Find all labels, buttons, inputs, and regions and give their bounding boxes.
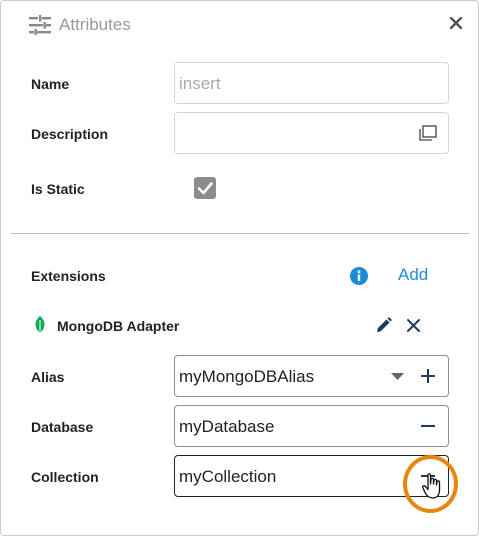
panel-header: Attributes: [29, 13, 131, 37]
collection-value: myCollection: [179, 467, 277, 486]
panel-title: Attributes: [59, 15, 131, 34]
name-placeholder: insert: [179, 74, 221, 93]
alias-label: Alias: [31, 369, 65, 385]
description-label: Description: [31, 126, 109, 142]
sliders-icon: [29, 15, 51, 35]
attributes-panel: Attributes Name insert Description Is St…: [0, 0, 479, 536]
section-divider: [11, 233, 469, 234]
database-value: myDatabase: [179, 417, 275, 436]
collection-label: Collection: [31, 469, 99, 485]
chevron-down-icon[interactable]: [391, 373, 404, 381]
name-input[interactable]: insert: [174, 62, 449, 104]
remove-database-icon[interactable]: [421, 419, 435, 433]
alias-select[interactable]: myMongoDBAlias: [174, 355, 449, 397]
description-input[interactable]: [174, 112, 449, 154]
edit-icon[interactable]: [375, 317, 392, 334]
add-alias-icon[interactable]: [421, 369, 435, 383]
checkmark-icon: [197, 182, 213, 195]
database-label: Database: [31, 419, 94, 435]
remove-adapter-icon[interactable]: [406, 318, 421, 333]
is-static-checkbox[interactable]: [194, 177, 216, 199]
hand-cursor-icon: [422, 473, 441, 499]
adapter-name: MongoDB Adapter: [57, 318, 180, 334]
alias-value: myMongoDBAlias: [179, 367, 315, 386]
add-extension-link[interactable]: Add: [398, 265, 428, 285]
database-field[interactable]: myDatabase: [174, 405, 449, 447]
is-static-label: Is Static: [31, 181, 85, 197]
close-icon[interactable]: [448, 15, 464, 31]
expand-editor-icon[interactable]: [419, 125, 437, 141]
name-label: Name: [31, 76, 70, 92]
mongodb-leaf-icon: [35, 316, 45, 334]
extensions-label: Extensions: [31, 268, 106, 284]
info-icon[interactable]: [350, 267, 368, 285]
